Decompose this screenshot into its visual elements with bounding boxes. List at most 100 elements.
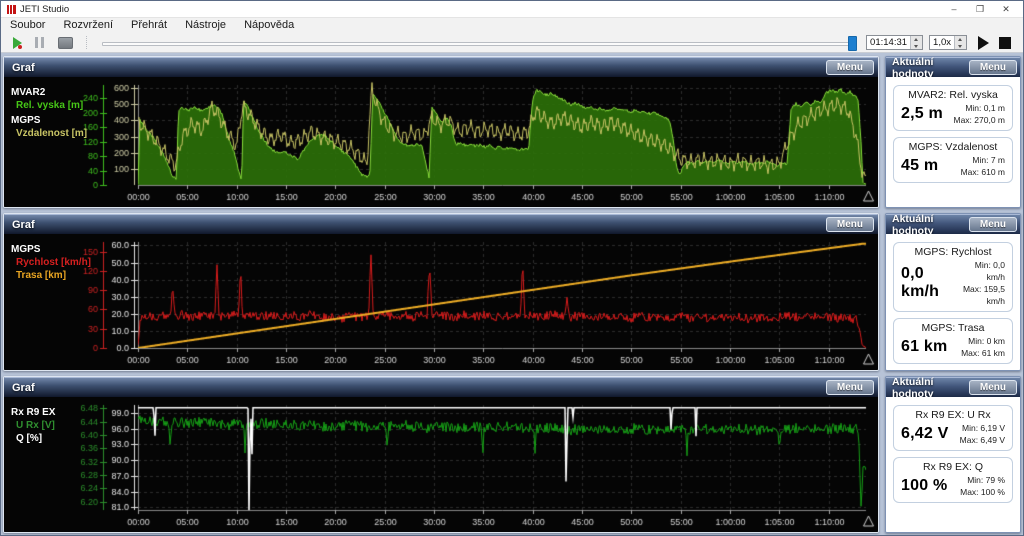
values-panel-speed: Aktuální hodnoty Menu MGPS: Rychlost 0,0… [885,213,1021,371]
minimize-button[interactable]: – [941,2,967,17]
value-card: MGPS: Vzdalenost 45 m Min: 7 m Max: 610 … [893,137,1013,183]
values-panel-rx: Aktuální hodnoty Menu Rx R9 EX: U Rx 6,4… [885,376,1021,533]
value-card-minmax: Min: 0,0 km/h Max: 159,5 km/h [954,259,1005,307]
value-card-max: Max: 610 m [960,167,1005,177]
value-card-min: Min: 79 % [967,475,1005,485]
values2-body: MGPS: Rychlost 0,0 km/h Min: 0,0 km/h Ma… [886,234,1020,370]
graph1-legend: MVAR2 Rel. vyska [m] MGPS Vzdalenost [m] [11,84,88,140]
value-card-minmax: Min: 6,19 V Max: 6,49 V [960,422,1005,446]
speed-spinbox[interactable]: 1,0x [929,35,967,50]
graph1-plot-canvas[interactable] [74,77,878,207]
playback-toolbar: 01:14:31 1,0x [1,33,1023,53]
graph2-header: Graf Menu [4,214,878,234]
graph3-plot-canvas[interactable] [74,397,878,532]
legend-channel: Vzdalenost [m] [16,128,88,139]
graph2-title: Graf [12,218,35,231]
values3-body: Rx R9 EX: U Rx 6,42 V Min: 6,19 V Max: 6… [886,397,1020,532]
playback-slider-track[interactable] [102,42,856,46]
value-card-max: Max: 6,49 V [959,435,1005,445]
value-card-minmax: Min: 0,1 m Max: 270,0 m [954,102,1006,126]
legend-sensor: Rx R9 EX [11,407,56,418]
graph3-body: Rx R9 EX U Rx [V] Q [%] [4,397,878,532]
title-bar: JETI Studio – ❐ ✕ [1,1,1023,18]
jeti-logo-icon [7,4,16,14]
time-value[interactable]: 01:14:31 [867,36,910,49]
graph3-header: Graf Menu [4,377,878,397]
playback-slider-handle[interactable] [848,36,858,51]
stop-record-icon[interactable] [58,36,73,49]
value-card-minmax: Min: 79 % Max: 100 % [960,474,1005,498]
menu-napoveda[interactable]: Nápověda [235,18,303,33]
legend-sensor: MGPS [11,244,41,255]
values2-menu-button[interactable]: Menu [968,217,1017,232]
value-card-title: MVAR2: Rel. vyska [908,89,998,101]
value-card-minmax: Min: 0 km Max: 61 km [961,335,1005,359]
value-card-value: 61 km [901,338,948,355]
time-spinbox[interactable]: 01:14:31 [866,35,924,50]
graph2-menu-button[interactable]: Menu [825,217,874,232]
values1-title: Aktuální hodnoty [892,56,934,80]
menu-rozvrzeni[interactable]: Rozvržení [54,18,122,33]
graph-panel-rx: Graf Menu Rx R9 EX U Rx [V] Q [%] [3,376,879,533]
graph1-title: Graf [12,61,35,74]
playback-slider[interactable] [102,36,858,51]
graph1-menu-button[interactable]: Menu [825,60,874,75]
value-card-value: 45 m [901,157,939,174]
value-card: Rx R9 EX: U Rx 6,42 V Min: 6,19 V Max: 6… [893,405,1013,451]
app-window: JETI Studio – ❐ ✕ Soubor Rozvržení Přehr… [0,0,1024,536]
value-card-minmax: Min: 7 m Max: 610 m [961,154,1005,178]
value-card-min: Min: 0 km [968,336,1005,346]
legend-sensor: MGPS [11,115,41,126]
legend-channel: Rel. vyska [m] [16,100,84,111]
value-card-title: MGPS: Vzdalenost [908,141,998,153]
value-card-title: MGPS: Rychlost [914,246,992,258]
graph-panel-altitude: Graf Menu MVAR2 Rel. vyska [m] MGPS Vzdalen… [3,56,879,208]
values1-menu-button[interactable]: Menu [968,60,1017,75]
close-button[interactable]: ✕ [993,2,1019,17]
main-area: Graf Menu MVAR2 Rel. vyska [m] MGPS Vzdalen… [1,53,1023,533]
value-card-title: Rx R9 EX: U Rx [915,409,991,421]
graph3-menu-button[interactable]: Menu [825,380,874,395]
legend-channel: Trasa [km] [16,270,67,281]
value-card-max: Max: 159,5 km/h [962,284,1005,306]
menu-nastroje[interactable]: Nástroje [176,18,235,33]
menu-soubor[interactable]: Soubor [1,18,54,33]
speed-down-icon[interactable] [955,43,966,50]
values3-title: Aktuální hodnoty [892,376,934,400]
legend-channel: U Rx [V] [16,420,55,431]
value-card-max: Max: 100 % [960,487,1005,497]
values1-header: Aktuální hodnoty Menu [886,56,1020,80]
graph3-title: Graf [12,381,35,394]
value-card-max: Max: 61 km [961,348,1005,358]
value-card-title: Rx R9 EX: Q [922,461,984,473]
values2-header: Aktuální hodnoty Menu [886,214,1020,237]
value-card: MVAR2: Rel. vyska 2,5 m Min: 0,1 m Max: … [893,85,1013,131]
menu-prehrat[interactable]: Přehrát [122,18,176,33]
stop-button[interactable] [999,36,1011,49]
time-down-icon[interactable] [911,43,922,50]
value-card: MGPS: Rychlost 0,0 km/h Min: 0,0 km/h Ma… [893,242,1013,312]
values3-header: Aktuální hodnoty Menu [886,376,1020,400]
values-panel-altitude: Aktuální hodnoty Menu MVAR2: Rel. vyska … [885,56,1021,208]
values3-menu-button[interactable]: Menu [968,380,1017,395]
legend-sensor: MVAR2 [11,87,46,98]
graph2-plot-canvas[interactable] [74,234,878,370]
maximize-button[interactable]: ❐ [967,2,993,17]
graph1-body: MVAR2 Rel. vyska [m] MGPS Vzdalenost [m] [4,77,878,207]
values1-body: MVAR2: Rel. vyska 2,5 m Min: 0,1 m Max: … [886,77,1020,207]
value-card: MGPS: Trasa 61 km Min: 0 km Max: 61 km [893,318,1013,364]
value-card-value: 0,0 km/h [901,265,940,300]
legend-channel: Rychlost [km/h] [16,257,92,268]
value-card-min: Min: 7 m [972,155,1005,165]
speed-value[interactable]: 1,0x [930,36,954,49]
menu-bar: Soubor Rozvržení Přehrát Nástroje Nápově… [1,18,1023,33]
toolbar-separator [86,36,88,49]
value-card-value: 100 % [901,477,948,494]
graph1-header: Graf Menu [4,57,878,77]
play-record-icon[interactable] [13,36,22,49]
graph2-body: MGPS Rychlost [km/h] Trasa [km] [4,234,878,370]
value-card-value: 2,5 m [901,105,943,122]
window-title: JETI Studio [20,3,70,15]
pause-icon[interactable] [35,37,44,48]
play-button[interactable] [978,35,989,50]
